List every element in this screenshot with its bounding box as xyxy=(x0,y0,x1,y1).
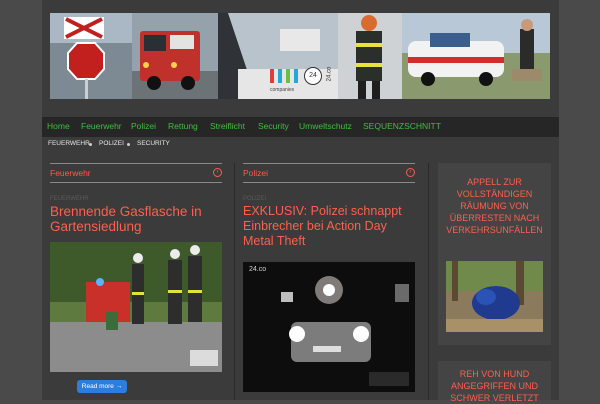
sidebar-widget[interactable]: REH VON HUND ANGEGRIFFEN UND SCHWER VERL… xyxy=(438,361,551,403)
logo-badge: 24 xyxy=(304,67,322,85)
column-header: Polizei › xyxy=(243,163,415,183)
firefighter-photo xyxy=(338,13,402,99)
post-image[interactable]: 24.co xyxy=(243,262,415,392)
sidebar-post-image[interactable] xyxy=(446,261,543,332)
stop-sign-icon xyxy=(50,13,132,99)
nav-item-sequenzschnitt[interactable]: SEQUENZSCHNITT xyxy=(363,121,441,131)
sidebar-post-title[interactable]: APPELL ZUR VOLLSTÄNDIGEN RÄUMUNG VON ÜBE… xyxy=(442,176,547,236)
police-car-photo xyxy=(402,13,550,99)
nav-item-polizei[interactable]: Polizei xyxy=(131,121,156,131)
category-column-feuerwehr: Feuerwehr › FEUERWEHR Brennende Gasflasc… xyxy=(50,163,222,400)
separator-dot xyxy=(127,143,130,146)
post-image[interactable] xyxy=(50,242,222,372)
person-icon xyxy=(286,69,290,83)
post-title[interactable]: EXKLUSIV: Polizei schnappt Einbrecher be… xyxy=(243,204,415,249)
column-title[interactable]: Polizei xyxy=(243,168,268,178)
stop-sign-photo xyxy=(50,13,132,99)
nav-item-home[interactable]: Home xyxy=(47,121,70,131)
rss-icon[interactable]: › xyxy=(213,168,222,177)
logo-url: 24.co xyxy=(326,66,333,82)
post-category-tag[interactable]: POLIZEI xyxy=(243,196,266,202)
breadcrumb-security[interactable]: SECURITY xyxy=(137,140,170,147)
column-divider xyxy=(428,163,429,400)
breadcrumb-feuerwehr[interactable]: FEUERWEHR xyxy=(48,140,90,147)
header-banner[interactable]: 24 companies 24.co xyxy=(50,13,550,99)
person-icon xyxy=(294,69,298,83)
fire-truck-photo xyxy=(132,13,218,99)
rss-icon[interactable]: › xyxy=(406,168,415,177)
nav-item-streiflicht[interactable]: Streiflicht xyxy=(210,121,245,131)
sidebar-widget[interactable]: APPELL ZUR VOLLSTÄNDIGEN RÄUMUNG VON ÜBE… xyxy=(438,163,551,345)
category-column-polizei: Polizei › POLIZEI EXKLUSIV: Polizei schn… xyxy=(243,163,415,400)
post-title[interactable]: Brennende Gasflasche in Gartensiedlung xyxy=(50,204,222,234)
column-title[interactable]: Feuerwehr xyxy=(50,168,91,178)
post-category-tag[interactable]: FEUERWEHR xyxy=(50,196,89,202)
main-nav: Home Feuerwehr Polizei Rettung Streiflic… xyxy=(42,117,559,137)
person-icon xyxy=(270,69,274,83)
page-container: 24 companies 24.co Home Feuerwehr Polize… xyxy=(42,0,559,403)
person-icon xyxy=(278,69,282,83)
car-interior-photo: 24 companies 24.co xyxy=(218,13,338,99)
breadcrumb-polizei[interactable]: POLIZEI xyxy=(99,140,124,147)
nav-item-rettung[interactable]: Rettung xyxy=(168,121,198,131)
column-header: Feuerwehr › xyxy=(50,163,222,183)
sidebar-post-title[interactable]: REH VON HUND ANGEGRIFFEN UND SCHWER VERL… xyxy=(442,368,547,404)
column-divider xyxy=(234,163,235,400)
read-more-button[interactable]: Read more → xyxy=(77,380,127,393)
nav-item-feuerwehr[interactable]: Feuerwehr xyxy=(81,121,122,131)
nav-item-security[interactable]: Security xyxy=(258,121,289,131)
logo-block: 24 companies 24.co xyxy=(268,65,338,99)
breadcrumb: FEUERWEHR POLIZEI SECURITY xyxy=(42,137,559,151)
logo-small-text: companies xyxy=(270,87,295,93)
separator-dot xyxy=(89,143,92,146)
watermark: 24.co xyxy=(249,266,267,273)
nav-item-umweltschutz[interactable]: Umweltschutz xyxy=(299,121,352,131)
